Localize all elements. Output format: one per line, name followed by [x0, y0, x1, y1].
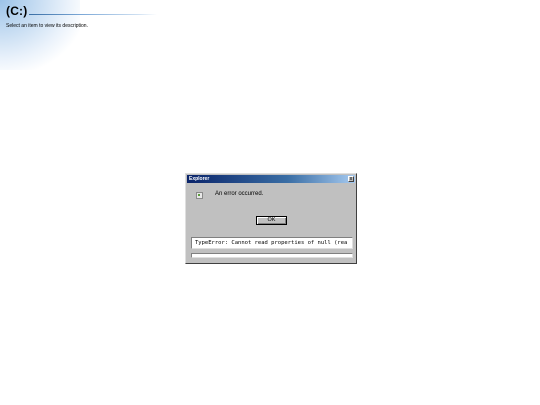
- dialog-titlebar[interactable]: Explorer x: [187, 175, 355, 183]
- progress-bar: [191, 253, 353, 258]
- close-icon: x: [349, 176, 353, 182]
- title-divider: [29, 14, 157, 15]
- folder-description: Select an item to view its description.: [6, 23, 88, 29]
- dialog-title: Explorer: [189, 176, 210, 182]
- ok-button[interactable]: OK: [256, 216, 287, 225]
- close-button[interactable]: x: [348, 176, 354, 182]
- error-message: An error occurred.: [215, 191, 264, 197]
- broken-image-icon: [196, 192, 203, 199]
- error-detail-field[interactable]: TypeError: Cannot read properties of nul…: [191, 237, 353, 249]
- folder-title: (C:): [6, 4, 28, 18]
- error-detail-text: TypeError: Cannot read properties of nul…: [195, 240, 348, 246]
- error-dialog: Explorer x An error occurred. OK TypeErr…: [185, 173, 357, 264]
